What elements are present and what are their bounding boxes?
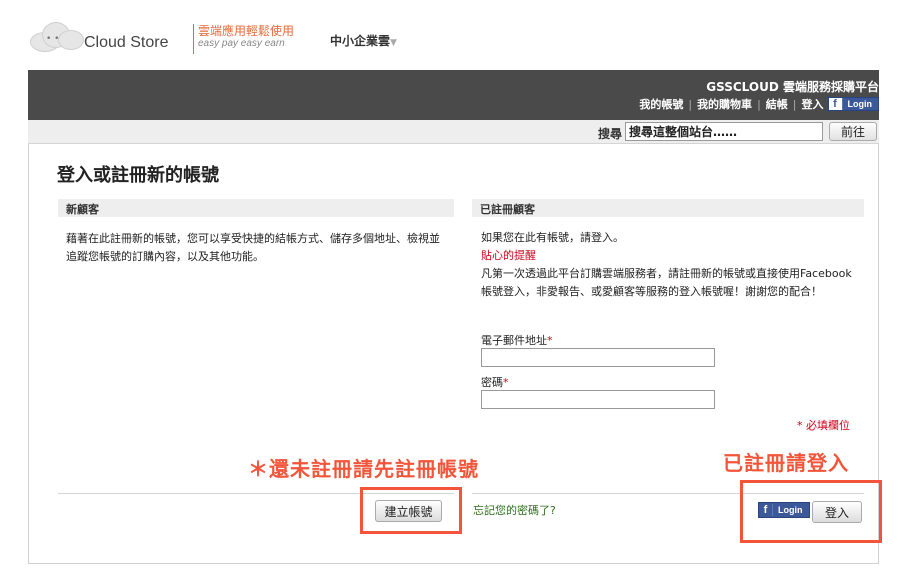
nav-login[interactable]: 登入 bbox=[802, 96, 824, 112]
password-field[interactable] bbox=[481, 390, 715, 409]
facebook-icon: f bbox=[759, 504, 773, 516]
new-customer-description: 藉著在此註冊新的帳號，您可以享受快捷的結帳方式、儲存多個地址、檢視並追蹤您帳號的… bbox=[66, 232, 440, 263]
cloud-icon: • • bbox=[28, 20, 86, 52]
email-field[interactable] bbox=[481, 348, 715, 367]
registered-customer-heading: 已註冊顧客 bbox=[472, 199, 864, 217]
cloud-store-logo[interactable]: • • Cloud Store bbox=[28, 16, 188, 56]
search-input[interactable] bbox=[625, 122, 823, 141]
password-label: 密碼* bbox=[481, 374, 509, 390]
registered-customer-text: 如果您在此有帳號，請登入。 貼心的提醒 凡第一次透過此平台訂購雲端服務者，請註冊… bbox=[481, 229, 866, 301]
email-label-text: 電子郵件地址 bbox=[481, 334, 547, 347]
slogan-zh: 雲端應用輕鬆使用 bbox=[198, 24, 295, 38]
header-facebook-login-button[interactable]: f Login bbox=[827, 97, 879, 111]
top-navbar: GSSCLOUD 雲端服務採購平台 我的帳號 | 我的購物車 | 結帳 | 登入… bbox=[28, 70, 879, 120]
sme-cloud-menu-label: 中小企業雲 bbox=[330, 34, 391, 48]
email-label: 電子郵件地址* bbox=[481, 332, 553, 348]
slogan-en: easy pay easy earn bbox=[198, 38, 285, 49]
required-mark: * bbox=[547, 334, 553, 347]
nav-checkout[interactable]: 結帳 bbox=[766, 96, 788, 112]
nav-my-cart[interactable]: 我的購物車 bbox=[697, 96, 752, 112]
nav-separator: | bbox=[757, 97, 761, 111]
slogan: 雲端應用輕鬆使用 easy pay easy earn bbox=[193, 24, 313, 54]
search-go-button[interactable]: 前往 bbox=[829, 122, 877, 141]
login-content: 登入或註冊新的帳號 新顧客 已註冊顧客 藉著在此註冊新的帳號，您可以享受快捷的結… bbox=[28, 144, 882, 564]
search-bar: 搜尋 前往 bbox=[28, 120, 879, 144]
facebook-login-button[interactable]: f Login bbox=[758, 502, 810, 518]
search-label: 搜尋 bbox=[598, 127, 623, 141]
required-mark: * bbox=[503, 376, 509, 389]
login-button[interactable]: 登入 bbox=[812, 501, 862, 523]
header-facebook-login-label: Login bbox=[847, 99, 873, 109]
hint-text: 凡第一次透過此平台訂購雲端服務者，請註冊新的帳號或直接使用Facebook 帳號… bbox=[481, 267, 852, 298]
registered-login-annotation: 已註冊請登入 bbox=[723, 451, 849, 475]
forgot-password-link[interactable]: 忘記您的密碼了? bbox=[473, 502, 556, 518]
sme-cloud-menu[interactable]: 中小企業雲▼ bbox=[330, 32, 397, 49]
chevron-down-icon: ▼ bbox=[390, 38, 397, 48]
page-title: 登入或註冊新的帳號 bbox=[57, 165, 219, 186]
nav-separator: | bbox=[688, 97, 693, 111]
create-account-button[interactable]: 建立帳號 bbox=[375, 500, 442, 522]
facebook-login-label: Login bbox=[778, 505, 803, 515]
nav-separator: | bbox=[792, 97, 797, 111]
hint-title: 貼心的提醒 bbox=[481, 249, 536, 262]
facebook-icon: f bbox=[828, 98, 843, 110]
password-label-text: 密碼 bbox=[481, 376, 503, 389]
new-customer-heading: 新顧客 bbox=[58, 199, 454, 217]
logo-text: Cloud Store bbox=[84, 34, 169, 51]
platform-title: GSSCLOUD 雲端服務採購平台 bbox=[706, 80, 879, 94]
register-first-annotation: ＊還未註冊請先註冊帳號 bbox=[248, 457, 479, 481]
site-header: • • Cloud Store 雲端應用輕鬆使用 easy pay easy e… bbox=[0, 0, 905, 70]
nav-my-account[interactable]: 我的帳號 bbox=[639, 96, 683, 112]
account-links: 我的帳號 | 我的購物車 | 結帳 | 登入 f Login bbox=[639, 96, 879, 112]
registered-intro: 如果您在此有帳號，請登入。 bbox=[481, 231, 624, 244]
required-fields-note: * 必填欄位 bbox=[797, 419, 850, 432]
